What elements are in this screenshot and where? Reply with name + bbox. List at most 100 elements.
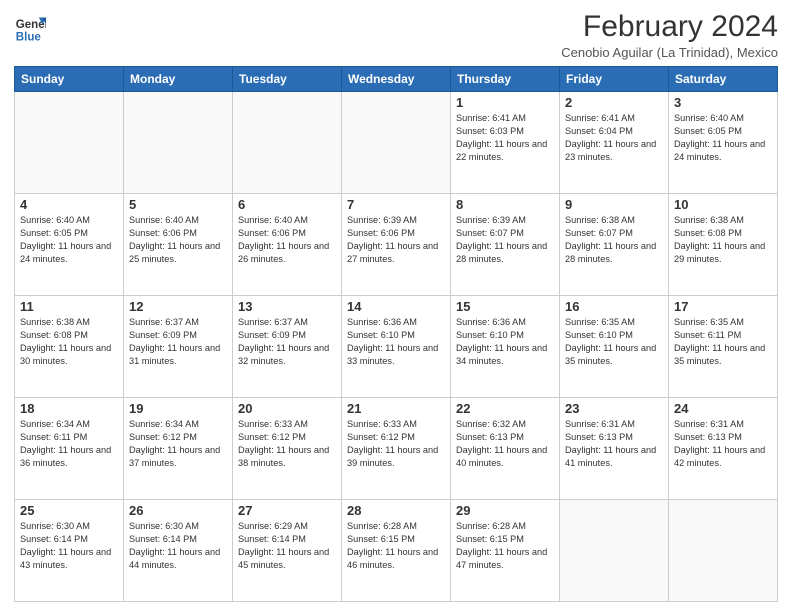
day-info: Sunrise: 6:31 AM Sunset: 6:13 PM Dayligh… [674, 418, 772, 470]
weekday-header-saturday: Saturday [669, 67, 778, 92]
header: General Blue February 2024 Cenobio Aguil… [14, 10, 778, 60]
day-number: 16 [565, 299, 663, 314]
calendar-cell: 3 Sunrise: 6:40 AM Sunset: 6:05 PM Daylig… [669, 92, 778, 194]
calendar-cell: 21 Sunrise: 6:33 AM Sunset: 6:12 PM Dayli… [342, 398, 451, 500]
title-block: February 2024 Cenobio Aguilar (La Trinid… [561, 10, 778, 60]
calendar-cell: 10Sunrise: 6:38 AM Sunset: 6:08 PM Dayli… [669, 194, 778, 296]
calendar-cell: 26 Sunrise: 6:30 AM Sunset: 6:14 PM Dayli… [124, 500, 233, 602]
weekday-header-monday: Monday [124, 67, 233, 92]
day-info: Sunrise: 6:40 AM Sunset: 6:06 PM Dayligh… [238, 214, 336, 266]
day-info: Sunrise: 6:37 AM Sunset: 6:09 PM Dayligh… [238, 316, 336, 368]
calendar-cell: 14 Sunrise: 6:36 AM Sunset: 6:10 PM Dayli… [342, 296, 451, 398]
calendar-cell [15, 92, 124, 194]
day-number: 22 [456, 401, 554, 416]
day-number: 3 [674, 95, 772, 110]
calendar-cell: 22 Sunrise: 6:32 AM Sunset: 6:13 PM Dayli… [451, 398, 560, 500]
calendar-cell: 17 Sunrise: 6:35 AM Sunset: 6:11 PM Dayli… [669, 296, 778, 398]
week-row-3: 18 Sunrise: 6:34 AM Sunset: 6:11 PM Dayli… [15, 398, 778, 500]
logo: General Blue [14, 14, 46, 46]
day-number: 17 [674, 299, 772, 314]
calendar-cell: 19 Sunrise: 6:34 AM Sunset: 6:12 PM Dayli… [124, 398, 233, 500]
day-info: Sunrise: 6:35 AM Sunset: 6:10 PM Dayligh… [565, 316, 663, 368]
calendar-cell: 15 Sunrise: 6:36 AM Sunset: 6:10 PM Dayli… [451, 296, 560, 398]
day-info: Sunrise: 6:34 AM Sunset: 6:12 PM Dayligh… [129, 418, 227, 470]
day-info: Sunrise: 6:37 AM Sunset: 6:09 PM Dayligh… [129, 316, 227, 368]
weekday-header-row: SundayMondayTuesdayWednesdayThursdayFrid… [15, 67, 778, 92]
weekday-header-thursday: Thursday [451, 67, 560, 92]
day-info: Sunrise: 6:38 AM Sunset: 6:08 PM Dayligh… [20, 316, 118, 368]
weekday-header-tuesday: Tuesday [233, 67, 342, 92]
calendar-cell: 6 Sunrise: 6:40 AM Sunset: 6:06 PM Daylig… [233, 194, 342, 296]
calendar-cell: 24 Sunrise: 6:31 AM Sunset: 6:13 PM Dayli… [669, 398, 778, 500]
day-info: Sunrise: 6:36 AM Sunset: 6:10 PM Dayligh… [347, 316, 445, 368]
day-info: Sunrise: 6:33 AM Sunset: 6:12 PM Dayligh… [238, 418, 336, 470]
calendar-cell: 12 Sunrise: 6:37 AM Sunset: 6:09 PM Dayli… [124, 296, 233, 398]
day-number: 15 [456, 299, 554, 314]
day-info: Sunrise: 6:30 AM Sunset: 6:14 PM Dayligh… [129, 520, 227, 572]
calendar-cell: 16 Sunrise: 6:35 AM Sunset: 6:10 PM Dayli… [560, 296, 669, 398]
calendar-cell: 7 Sunrise: 6:39 AM Sunset: 6:06 PM Daylig… [342, 194, 451, 296]
calendar-cell: 27 Sunrise: 6:29 AM Sunset: 6:14 PM Dayli… [233, 500, 342, 602]
weekday-header-wednesday: Wednesday [342, 67, 451, 92]
main-title: February 2024 [561, 10, 778, 43]
day-info: Sunrise: 6:33 AM Sunset: 6:12 PM Dayligh… [347, 418, 445, 470]
day-info: Sunrise: 6:29 AM Sunset: 6:14 PM Dayligh… [238, 520, 336, 572]
day-info: Sunrise: 6:30 AM Sunset: 6:14 PM Dayligh… [20, 520, 118, 572]
svg-text:Blue: Blue [16, 32, 42, 44]
day-number: 27 [238, 503, 336, 518]
day-number: 10 [674, 197, 772, 212]
calendar-cell [342, 92, 451, 194]
day-info: Sunrise: 6:31 AM Sunset: 6:13 PM Dayligh… [565, 418, 663, 470]
day-number: 11 [20, 299, 118, 314]
day-number: 29 [456, 503, 554, 518]
day-number: 4 [20, 197, 118, 212]
week-row-4: 25 Sunrise: 6:30 AM Sunset: 6:14 PM Dayli… [15, 500, 778, 602]
calendar-cell [560, 500, 669, 602]
calendar-cell [124, 92, 233, 194]
calendar-cell: 2Sunrise: 6:41 AM Sunset: 6:04 PM Daylig… [560, 92, 669, 194]
weekday-header-sunday: Sunday [15, 67, 124, 92]
day-info: Sunrise: 6:41 AM Sunset: 6:04 PM Dayligh… [565, 112, 663, 164]
day-info: Sunrise: 6:36 AM Sunset: 6:10 PM Dayligh… [456, 316, 554, 368]
day-number: 24 [674, 401, 772, 416]
day-number: 7 [347, 197, 445, 212]
calendar: SundayMondayTuesdayWednesdayThursdayFrid… [14, 66, 778, 602]
weekday-header-friday: Friday [560, 67, 669, 92]
day-number: 8 [456, 197, 554, 212]
day-number: 28 [347, 503, 445, 518]
day-info: Sunrise: 6:40 AM Sunset: 6:05 PM Dayligh… [674, 112, 772, 164]
day-number: 20 [238, 401, 336, 416]
day-info: Sunrise: 6:40 AM Sunset: 6:05 PM Dayligh… [20, 214, 118, 266]
day-number: 6 [238, 197, 336, 212]
calendar-cell: 5 Sunrise: 6:40 AM Sunset: 6:06 PM Daylig… [124, 194, 233, 296]
calendar-cell: 9Sunrise: 6:38 AM Sunset: 6:07 PM Daylig… [560, 194, 669, 296]
calendar-cell: 29 Sunrise: 6:28 AM Sunset: 6:15 PM Dayli… [451, 500, 560, 602]
day-info: Sunrise: 6:40 AM Sunset: 6:06 PM Dayligh… [129, 214, 227, 266]
day-number: 13 [238, 299, 336, 314]
day-number: 26 [129, 503, 227, 518]
day-number: 21 [347, 401, 445, 416]
day-info: Sunrise: 6:28 AM Sunset: 6:15 PM Dayligh… [347, 520, 445, 572]
day-number: 25 [20, 503, 118, 518]
day-info: Sunrise: 6:34 AM Sunset: 6:11 PM Dayligh… [20, 418, 118, 470]
day-info: Sunrise: 6:32 AM Sunset: 6:13 PM Dayligh… [456, 418, 554, 470]
day-info: Sunrise: 6:41 AM Sunset: 6:03 PM Dayligh… [456, 112, 554, 164]
day-number: 12 [129, 299, 227, 314]
day-number: 18 [20, 401, 118, 416]
calendar-cell: 1 Sunrise: 6:41 AM Sunset: 6:03 PM Daylig… [451, 92, 560, 194]
day-info: Sunrise: 6:39 AM Sunset: 6:06 PM Dayligh… [347, 214, 445, 266]
day-number: 5 [129, 197, 227, 212]
day-info: Sunrise: 6:35 AM Sunset: 6:11 PM Dayligh… [674, 316, 772, 368]
calendar-cell [669, 500, 778, 602]
day-info: Sunrise: 6:39 AM Sunset: 6:07 PM Dayligh… [456, 214, 554, 266]
calendar-cell: 13 Sunrise: 6:37 AM Sunset: 6:09 PM Dayli… [233, 296, 342, 398]
calendar-cell: 28 Sunrise: 6:28 AM Sunset: 6:15 PM Dayli… [342, 500, 451, 602]
day-number: 14 [347, 299, 445, 314]
day-number: 19 [129, 401, 227, 416]
calendar-cell [233, 92, 342, 194]
day-number: 1 [456, 95, 554, 110]
logo-icon: General Blue [14, 14, 46, 46]
day-number: 23 [565, 401, 663, 416]
day-info: Sunrise: 6:28 AM Sunset: 6:15 PM Dayligh… [456, 520, 554, 572]
calendar-cell: 25 Sunrise: 6:30 AM Sunset: 6:14 PM Dayli… [15, 500, 124, 602]
